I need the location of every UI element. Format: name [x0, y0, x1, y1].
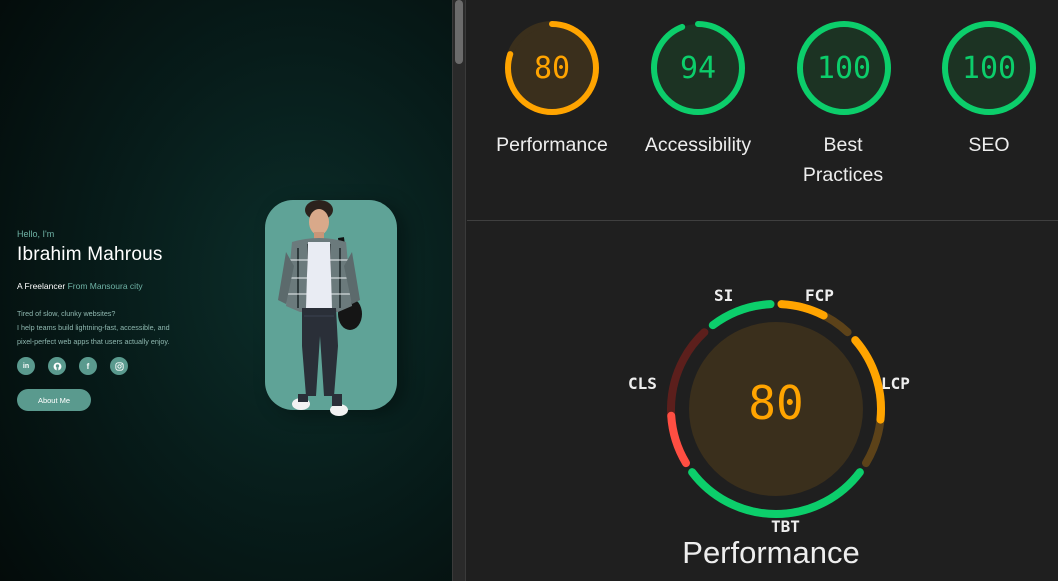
- best-practices-score: 100: [816, 50, 872, 86]
- description-line: I help teams build lightning-fast, acces…: [17, 323, 170, 332]
- description-line: Tired of slow, clunky websites?: [17, 309, 116, 318]
- best-practices-label-line: Practices: [802, 164, 884, 186]
- facebook-link[interactable]: f: [79, 357, 97, 375]
- performance-title: Performance: [682, 535, 860, 570]
- hero-description: Tired of slow, clunky websites? I help t…: [17, 307, 217, 349]
- github-link[interactable]: [48, 357, 66, 375]
- greeting-text: Hello, I'm: [17, 229, 55, 239]
- profile-photo: [278, 200, 362, 416]
- scrollbar-thumb[interactable]: [455, 0, 463, 64]
- metric-segment-fcp: [777, 300, 828, 320]
- best-practices-label: Best Practices: [768, 130, 918, 190]
- performance-score: 80: [533, 50, 571, 86]
- seo-label: SEO: [968, 134, 1010, 156]
- description-line: pixel-perfect web apps that users actual…: [17, 337, 170, 346]
- best-practices-label-line: Best: [823, 134, 863, 156]
- metric-segment-si: [708, 300, 775, 330]
- accessibility-label: Accessibility: [644, 134, 752, 156]
- performance-big-score: 80: [748, 376, 804, 430]
- linkedin-link[interactable]: in: [17, 357, 35, 375]
- gauge-seo[interactable]: 100: [939, 18, 1039, 118]
- facebook-icon: f: [86, 361, 90, 371]
- linkedin-icon: in: [22, 362, 30, 370]
- lighthouse-report: 80 Performance 94 Accessibility 100 Best…: [467, 0, 1058, 581]
- metric-label-fcp: FCP: [805, 286, 834, 305]
- metric-segment-cls: [667, 411, 690, 468]
- metric-label-lcp: LCP: [881, 374, 910, 393]
- github-icon: [53, 362, 61, 370]
- hero-role: A Freelancer From Mansoura city: [17, 281, 143, 291]
- gauge-performance[interactable]: 80: [502, 18, 602, 118]
- metric-label-tbt: TBT: [771, 517, 800, 536]
- instagram-link[interactable]: [110, 357, 128, 375]
- portfolio-preview: Hello, I'm Ibrahim Mahrous A Freelancer …: [0, 0, 452, 581]
- social-links: in f: [17, 357, 128, 375]
- section-divider: [467, 220, 1058, 221]
- about-me-button[interactable]: About Me: [17, 389, 91, 411]
- role-text: A Freelancer: [17, 281, 66, 291]
- metric-label-cls: CLS: [628, 374, 657, 393]
- seo-score: 100: [961, 50, 1017, 86]
- gauge-best-practices[interactable]: 100: [794, 18, 894, 118]
- gauge-accessibility[interactable]: 94: [648, 18, 748, 118]
- pane-divider[interactable]: [452, 0, 466, 581]
- accessibility-score: 94: [679, 50, 717, 86]
- metric-label-si: SI: [714, 286, 734, 305]
- location-text: From Mansoura city: [67, 281, 143, 291]
- instagram-icon: [114, 361, 124, 371]
- hero-name: Ibrahim Mahrous: [17, 244, 163, 265]
- performance-label: Performance: [496, 134, 608, 156]
